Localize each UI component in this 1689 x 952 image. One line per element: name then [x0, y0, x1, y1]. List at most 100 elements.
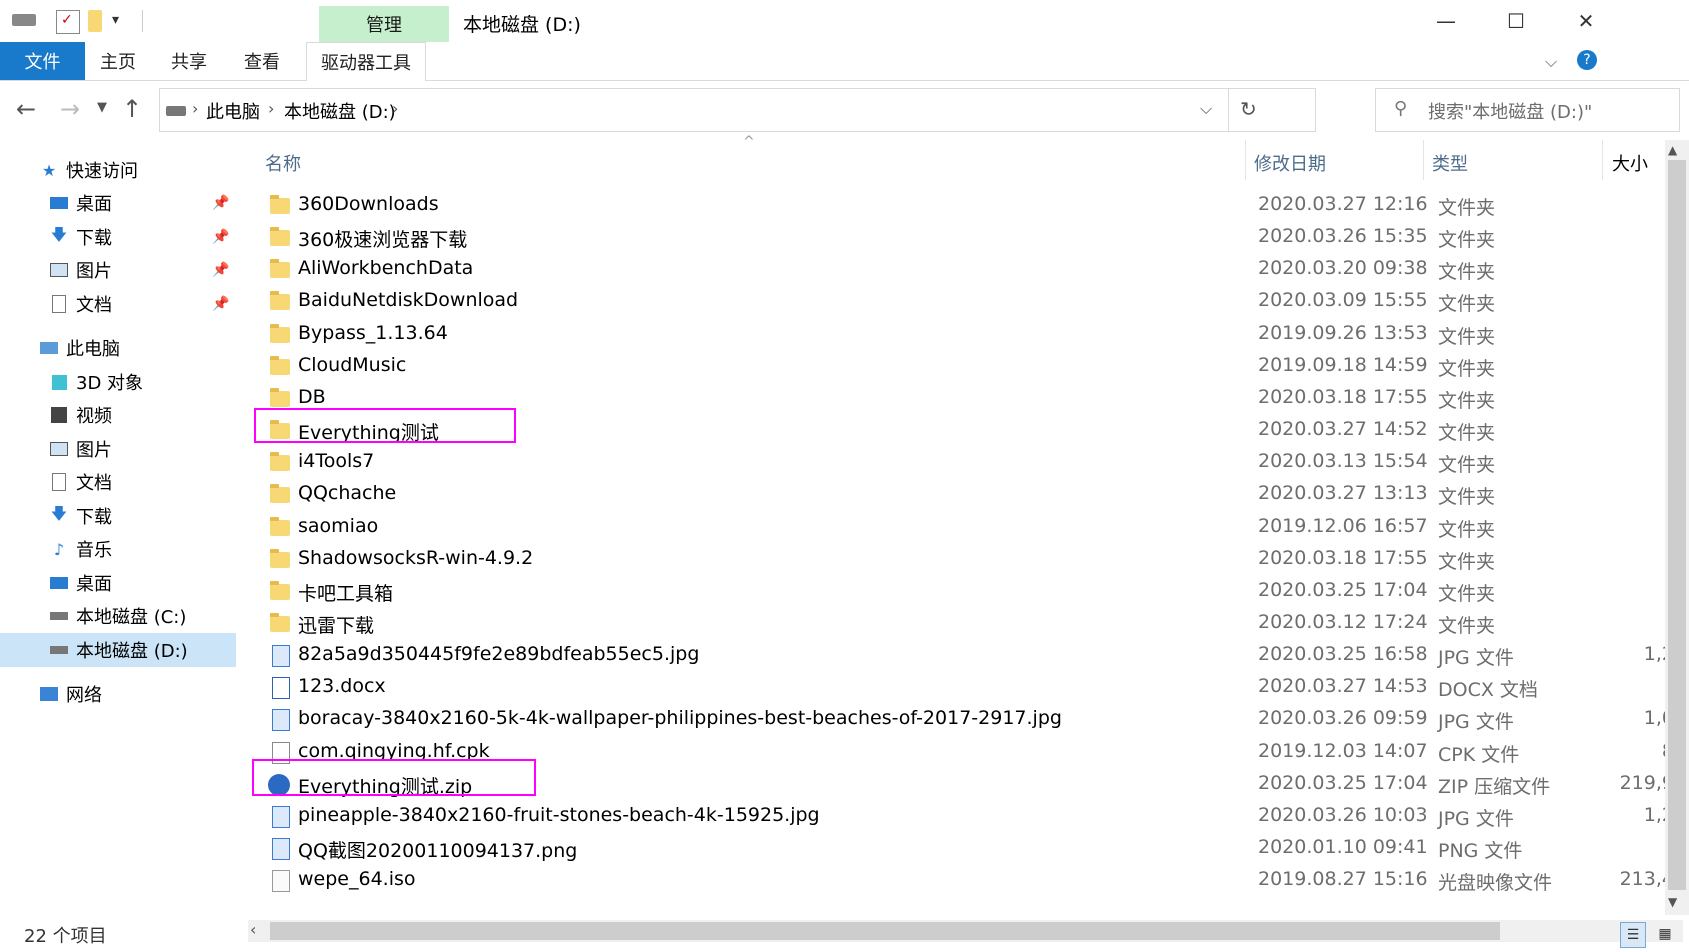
properties-icon[interactable]: ✓ [56, 10, 80, 34]
close-button[interactable]: ✕ [1551, 0, 1621, 42]
up-icon[interactable]: ↑ [122, 95, 142, 123]
tab-home[interactable]: 主页 [90, 42, 146, 80]
file-row[interactable]: 360Downloads 2020.03.27 12:16 文件夹 [262, 190, 1662, 222]
folder-icon [270, 516, 290, 536]
scroll-down-icon[interactable]: ▼ [1668, 895, 1677, 909]
file-name: ShadowsocksR-win-4.9.2 [298, 546, 534, 569]
large-icons-view-icon[interactable]: ▦ [1652, 922, 1678, 948]
file-name: 卡吧工具箱 [298, 582, 394, 605]
file-row[interactable]: CloudMusic 2019.09.18 14:59 文件夹 [262, 351, 1662, 383]
pin-icon[interactable]: 📌 [212, 296, 229, 312]
highlight-box [254, 408, 516, 443]
music-icon: ♪ [53, 539, 65, 559]
column-header-date[interactable]: 修改日期 [1254, 150, 1326, 176]
horizontal-scroll-thumb[interactable] [270, 922, 1500, 940]
file-row[interactable]: boracay-3840x2160-5k-4k-wallpaper-philip… [262, 704, 1674, 736]
pin-icon[interactable]: 📌 [212, 262, 229, 278]
forward-icon[interactable]: → [60, 95, 80, 123]
collapse-ribbon-icon[interactable]: ⌵ [1545, 52, 1557, 72]
file-row[interactable]: ShadowsocksR-win-4.9.2 2020.03.18 17:55 文件… [262, 544, 1662, 576]
file-name: QQ截图20200110094137.png [298, 840, 578, 862]
folder-icon [270, 548, 290, 568]
address-dropdown-icon[interactable]: ⌵ [1200, 99, 1212, 119]
breadcrumb-chevron-icon[interactable]: › [268, 99, 274, 118]
sidebar-item-pictures-pc[interactable]: 图片 [0, 432, 236, 466]
desktop-icon [48, 193, 70, 213]
scroll-left-icon[interactable]: ‹ [250, 920, 256, 939]
sidebar-item-drive-d[interactable]: 本地磁盘 (D:) [0, 633, 236, 667]
customize-quick-access-icon[interactable]: ▾ [112, 12, 134, 34]
file-row[interactable]: 82a5a9d350445f9fe2e89bdfeab55ec5.jpg 2020… [262, 640, 1674, 672]
sidebar-item-downloads[interactable]: 🡇 下载 [0, 220, 236, 254]
sidebar-item-drive-c[interactable]: 本地磁盘 (C:) [0, 599, 236, 633]
file-row[interactable]: 卡吧工具箱 2020.03.25 17:04 文件夹 [262, 576, 1662, 608]
pin-icon[interactable]: 📌 [212, 195, 229, 211]
back-icon[interactable]: ← [16, 95, 36, 123]
drive-icon[interactable] [12, 14, 36, 26]
file-date: 2020.03.27 14:53 [1258, 675, 1428, 698]
sidebar-item-pictures[interactable]: 图片 [0, 253, 236, 287]
sidebar-item-documents[interactable]: 文档 [0, 287, 236, 321]
word-document-icon [272, 677, 290, 700]
maximize-button[interactable]: ☐ [1481, 0, 1551, 42]
breadcrumb-drive-d[interactable]: 本地磁盘 (D:) [284, 98, 396, 124]
file-row[interactable]: BaiduNetdiskDownload 2020.03.09 15:55 文件夹 [262, 286, 1662, 318]
tab-share[interactable]: 共享 [161, 42, 217, 80]
search-input[interactable]: 搜索"本地磁盘 (D:)" [1428, 98, 1592, 124]
address-bar[interactable]: › 此电脑 › 本地磁盘 (D:) › ⌵ ↻ [159, 88, 1316, 132]
file-type: 文件夹 [1438, 550, 1496, 573]
sidebar-quick-access[interactable]: ★ 快速访问 [0, 153, 236, 187]
sort-ascending-icon: ^ [743, 134, 755, 150]
sidebar-item-music[interactable]: ♪ 音乐 [0, 532, 236, 566]
search-box[interactable]: ⚲ 搜索"本地磁盘 (D:)" [1375, 88, 1680, 132]
minimize-button[interactable]: — [1411, 0, 1481, 42]
breadcrumb-chevron-icon[interactable]: › [392, 99, 398, 118]
tab-view[interactable]: 查看 [234, 42, 290, 80]
vertical-scroll-thumb[interactable] [1668, 160, 1686, 890]
file-date: 2020.03.26 15:35 [1258, 225, 1428, 248]
sidebar-this-pc[interactable]: 此电脑 [0, 331, 236, 365]
tab-file[interactable]: 文件 [0, 42, 85, 80]
documents-icon [48, 472, 70, 492]
sidebar-item-desktop-pc[interactable]: 桌面 [0, 566, 236, 600]
sidebar-item-downloads-pc[interactable]: 🡇 下载 [0, 499, 236, 533]
sidebar-item-documents-pc[interactable]: 文档 [0, 465, 236, 499]
manage-context-tab[interactable]: 管理 [319, 6, 449, 42]
file-row[interactable]: AliWorkbenchData 2020.03.20 09:38 文件夹 [262, 254, 1662, 286]
recent-locations-icon[interactable]: ▼ [97, 100, 107, 115]
file-name: AliWorkbenchData [298, 257, 474, 280]
file-row[interactable]: pineapple-3840x2160-fruit-stones-beach-4… [262, 801, 1674, 833]
file-row[interactable]: Bypass_1.13.64 2019.09.26 13:53 文件夹 [262, 319, 1662, 351]
column-header-type[interactable]: 类型 [1432, 150, 1468, 176]
help-icon[interactable]: ? [1577, 50, 1597, 70]
tab-drive-tools[interactable]: 驱动器工具 [306, 42, 426, 81]
breadcrumb-chevron-icon[interactable]: › [192, 99, 198, 118]
sidebar-item-desktop[interactable]: 桌面 [0, 186, 236, 220]
file-row[interactable]: QQchache 2020.03.27 13:13 文件夹 [262, 479, 1662, 511]
file-row[interactable]: wepe_64.iso 2019.08.27 15:16 光盘映像文件 213,4 [262, 865, 1674, 897]
file-row[interactable]: saomiao 2019.12.06 16:57 文件夹 [262, 512, 1662, 544]
pin-icon[interactable]: 📌 [212, 229, 229, 245]
scroll-up-icon[interactable]: ▲ [1668, 143, 1677, 157]
file-row[interactable]: i4Tools7 2020.03.13 15:54 文件夹 [262, 447, 1662, 479]
details-view-icon[interactable]: ☰ [1620, 922, 1646, 948]
file-row[interactable]: QQ截图20200110094137.png 2020.01.10 09:41 PN… [262, 833, 1662, 865]
sidebar-item-3d-objects[interactable]: 3D 对象 [0, 365, 236, 399]
sidebar-label: 此电脑 [66, 339, 120, 360]
file-type: JPG 文件 [1438, 647, 1514, 670]
column-header-name[interactable]: 名称 [265, 150, 301, 176]
breadcrumb-this-pc[interactable]: 此电脑 [206, 98, 260, 124]
column-header-size[interactable]: 大小 [1612, 150, 1648, 176]
sidebar-item-videos[interactable]: 视频 [0, 398, 236, 432]
sidebar-network[interactable]: 网络 [0, 677, 236, 711]
file-row[interactable]: 迅雷下载 2020.03.12 17:24 文件夹 [262, 608, 1662, 640]
divider[interactable] [1602, 140, 1603, 180]
divider[interactable] [1423, 140, 1424, 180]
refresh-icon[interactable]: ↻ [1240, 97, 1257, 121]
file-row[interactable]: 360极速浏览器下载 2020.03.26 15:35 文件夹 [262, 222, 1662, 254]
navigation-pane: ★ 快速访问 桌面 🡇 下载 图片 文档 📌 📌 📌 📌 此电脑 3D 对象 视频 … [0, 140, 236, 920]
file-type: JPG 文件 [1438, 711, 1514, 734]
file-row[interactable]: 123.docx 2020.03.27 14:53 DOCX 文档 [262, 672, 1662, 704]
new-folder-icon[interactable] [88, 10, 102, 32]
divider[interactable] [1245, 140, 1246, 180]
